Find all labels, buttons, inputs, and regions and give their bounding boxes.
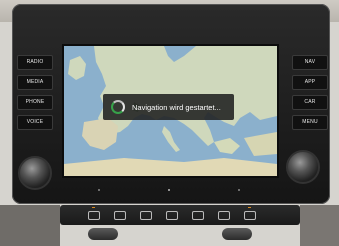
voice-button[interactable]: VOICE: [17, 115, 53, 130]
right-button-column: NAV APP CAR MENU: [292, 55, 328, 130]
loading-spinner-icon: [111, 100, 125, 114]
rear-defrost-icon[interactable]: [218, 211, 230, 220]
phone-button[interactable]: PHONE: [17, 95, 53, 110]
left-button-column: RADIO MEDIA PHONE VOICE: [17, 55, 53, 130]
lower-console-right: [300, 205, 339, 246]
ac-icon[interactable]: [192, 211, 204, 220]
recirculation-icon[interactable]: [88, 211, 100, 220]
nav-button[interactable]: NAV: [292, 55, 328, 70]
fan-icon[interactable]: [140, 211, 152, 220]
led-indicator: [248, 207, 251, 208]
page-dot-active: [168, 189, 170, 191]
media-button[interactable]: MEDIA: [17, 75, 53, 90]
car-button[interactable]: CAR: [292, 95, 328, 110]
auto-icon[interactable]: [244, 211, 256, 220]
page-dot: [238, 189, 240, 191]
seat-heat-icon[interactable]: [114, 211, 126, 220]
left-climate-dial[interactable]: [88, 228, 118, 240]
lower-console-left: [0, 205, 60, 246]
toast-message: Navigation wird gestartet...: [132, 102, 221, 112]
page-dot: [98, 189, 100, 191]
climate-control-panel: [60, 205, 300, 225]
led-indicator: [92, 207, 95, 208]
navigation-screen[interactable]: Navigation wird gestartet...: [62, 44, 279, 178]
radio-button[interactable]: RADIO: [17, 55, 53, 70]
app-button[interactable]: APP: [292, 75, 328, 90]
menu-button[interactable]: MENU: [292, 115, 328, 130]
defrost-icon[interactable]: [166, 211, 178, 220]
right-climate-dial[interactable]: [222, 228, 252, 240]
volume-knob[interactable]: [18, 156, 52, 190]
loading-toast: Navigation wird gestartet...: [103, 94, 234, 120]
tune-knob[interactable]: [286, 150, 320, 184]
